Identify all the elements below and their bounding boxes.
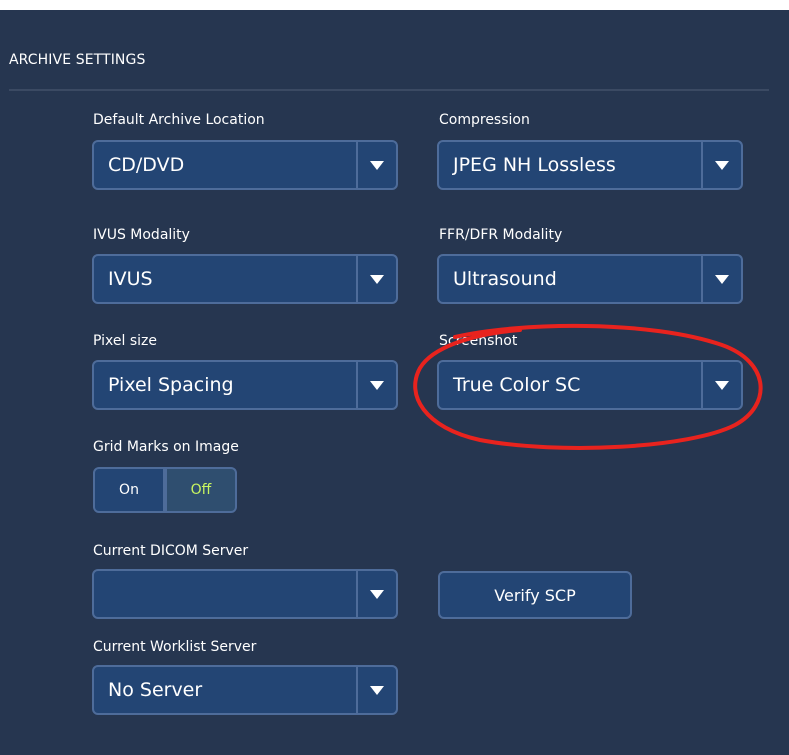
compression-select[interactable]: JPEG NH Lossless — [437, 140, 743, 190]
grid-marks-off-option[interactable]: Off — [165, 467, 237, 513]
default-archive-location-value: CD/DVD — [108, 154, 185, 176]
pixel-size-label: Pixel size — [93, 333, 157, 349]
ivus-modality-label: IVUS Modality — [93, 227, 190, 243]
dropdown-arrow-icon[interactable] — [701, 362, 741, 408]
current-worklist-server-select[interactable]: No Server — [92, 665, 398, 715]
archive-settings-panel: ARCHIVE SETTINGS Default Archive Locatio… — [0, 10, 789, 755]
dropdown-arrow-icon[interactable] — [356, 256, 396, 302]
verify-scp-button[interactable]: Verify SCP — [438, 571, 632, 619]
current-dicom-server-value — [94, 571, 356, 617]
ffr-dfr-modality-select[interactable]: Ultrasound — [437, 254, 743, 304]
screenshot-select[interactable]: True Color SC — [437, 360, 743, 410]
dropdown-arrow-icon[interactable] — [701, 142, 741, 188]
pixel-size-value: Pixel Spacing — [108, 374, 234, 396]
screenshot-value: True Color SC — [453, 374, 581, 396]
current-worklist-server-label: Current Worklist Server — [93, 639, 257, 655]
default-archive-location-label: Default Archive Location — [93, 112, 265, 128]
dropdown-arrow-icon[interactable] — [356, 571, 396, 617]
ffr-dfr-modality-value: Ultrasound — [453, 268, 557, 290]
dropdown-arrow-icon[interactable] — [356, 362, 396, 408]
section-divider — [9, 89, 769, 91]
current-dicom-server-label: Current DICOM Server — [93, 543, 249, 559]
ivus-modality-value: IVUS — [108, 268, 153, 290]
screenshot-label: Screenshot — [439, 333, 518, 349]
current-dicom-server-select[interactable] — [92, 569, 398, 619]
dropdown-arrow-icon[interactable] — [356, 142, 396, 188]
current-worklist-server-value: No Server — [108, 679, 203, 701]
ffr-dfr-modality-label: FFR/DFR Modality — [439, 227, 563, 243]
compression-value: JPEG NH Lossless — [453, 154, 616, 176]
pixel-size-select[interactable]: Pixel Spacing — [92, 360, 398, 410]
default-archive-location-select[interactable]: CD/DVD — [92, 140, 398, 190]
grid-marks-toggle: On Off — [93, 467, 240, 515]
grid-marks-label: Grid Marks on Image — [93, 439, 239, 455]
dropdown-arrow-icon[interactable] — [356, 667, 396, 713]
dropdown-arrow-icon[interactable] — [701, 256, 741, 302]
compression-label: Compression — [439, 112, 530, 128]
ivus-modality-select[interactable]: IVUS — [92, 254, 398, 304]
section-title: ARCHIVE SETTINGS — [9, 52, 146, 68]
grid-marks-on-option[interactable]: On — [93, 467, 165, 513]
